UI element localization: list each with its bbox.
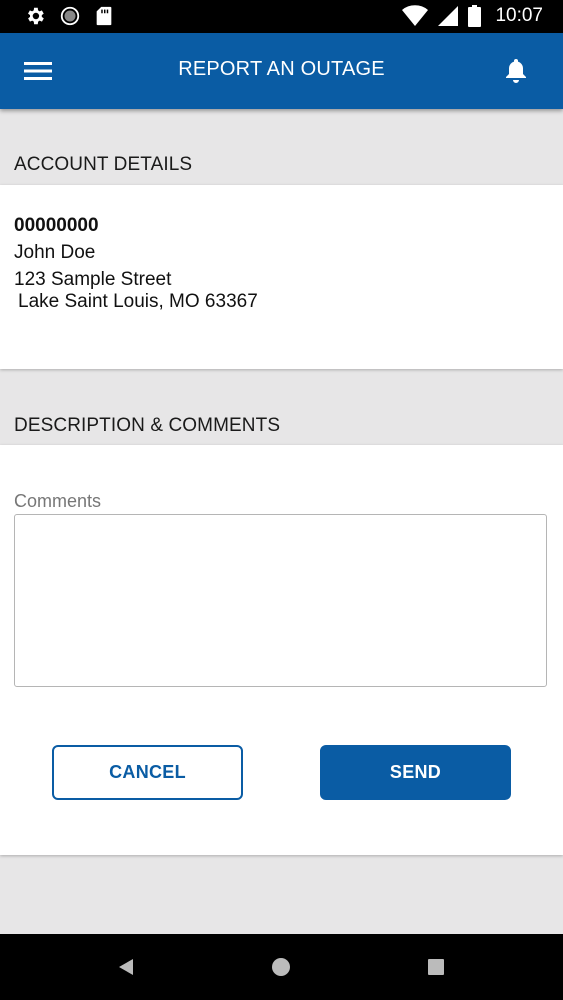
account-details-card: 00000000 John Doe 123 Sample Street Lake… <box>0 185 563 369</box>
account-number: 00000000 <box>14 215 99 236</box>
app-bar: REPORT AN OUTAGE <box>0 33 563 109</box>
comments-label: Comments <box>14 491 102 511</box>
gear-icon <box>24 5 46 27</box>
clock: 10:07 <box>495 5 543 26</box>
page-title: REPORT AN OUTAGE <box>178 58 385 80</box>
account-details-header: ACCOUNT DETAILS <box>14 154 193 175</box>
status-bar: 10:07 <box>0 0 563 33</box>
system-nav-bar <box>0 934 563 1000</box>
recents-square-icon[interactable] <box>423 954 449 980</box>
address-line-1: 123 Sample Street <box>14 269 172 290</box>
sync-circle-icon <box>59 5 81 27</box>
account-name: John Doe <box>14 242 96 263</box>
wifi-icon <box>402 5 429 27</box>
bell-icon[interactable] <box>499 55 533 87</box>
back-triangle-icon[interactable] <box>113 954 139 980</box>
signal-icon <box>438 6 459 26</box>
address-line-2: Lake Saint Louis, MO 63367 <box>18 291 258 312</box>
battery-icon <box>468 5 482 27</box>
cancel-button[interactable]: CANCEL <box>52 745 243 800</box>
sd-card-icon <box>94 5 114 27</box>
comments-textarea[interactable] <box>14 514 547 687</box>
home-circle-icon[interactable] <box>268 954 294 980</box>
description-comments-header: DESCRIPTION & COMMENTS <box>14 415 281 436</box>
send-button[interactable]: SEND <box>320 745 511 800</box>
comments-card: Comments CANCEL SEND <box>0 445 563 855</box>
